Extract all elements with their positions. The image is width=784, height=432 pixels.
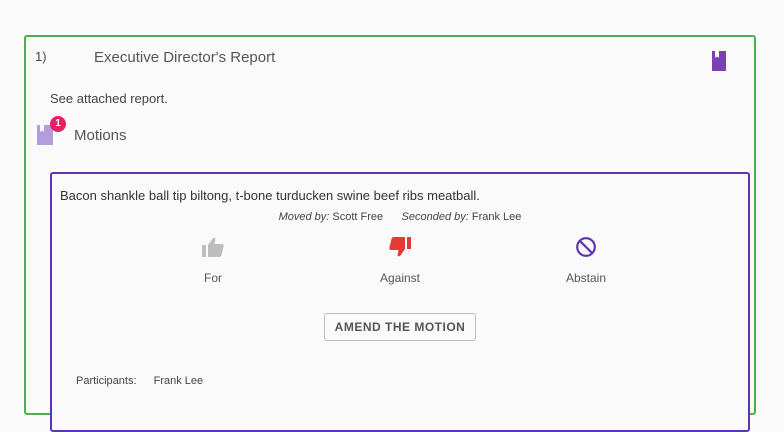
moved-by-label: Moved by: — [278, 211, 330, 223]
participants-names: Frank Lee — [153, 375, 204, 387]
amend-motion-button[interactable]: AMEND THE MOTION — [324, 313, 476, 341]
motions-bookmark-icon: 1 — [36, 116, 66, 146]
agenda-item-description: See attached report. — [50, 91, 168, 106]
motion-card: Bacon shankle ball tip biltong, t-bone t… — [50, 172, 750, 432]
motions-count-badge: 1 — [50, 116, 66, 132]
motion-meta: Moved by: Scott Free Seconded by: Frank … — [52, 211, 748, 223]
seconded-by-name: Frank Lee — [471, 211, 522, 223]
vote-against-label: Against — [379, 271, 421, 285]
motions-header: 1 Motions — [36, 116, 127, 147]
motion-text: Bacon shankle ball tip biltong, t-bone t… — [60, 188, 480, 203]
vote-against[interactable]: Against — [360, 236, 440, 285]
vote-for-label: For — [204, 271, 222, 285]
agenda-item-card: 1) Executive Director's Report See attac… — [24, 35, 756, 432]
participants: Participants: Frank Lee — [76, 375, 203, 387]
thumbs-down-icon[interactable] — [360, 236, 440, 258]
bookmark-icon[interactable] — [710, 50, 728, 72]
vote-abstain-label: Abstain — [565, 271, 607, 285]
vote-abstain[interactable]: Abstain — [546, 236, 626, 285]
agenda-item-title: Executive Director's Report — [94, 49, 276, 66]
block-icon[interactable] — [546, 236, 626, 258]
vote-for[interactable]: For — [173, 236, 253, 285]
agenda-item-number: 1) — [35, 49, 47, 64]
motions-label: Motions — [74, 126, 127, 144]
participants-label: Participants: — [76, 375, 137, 387]
moved-by-name: Scott Free — [332, 211, 384, 223]
seconded-by-label: Seconded by: — [401, 211, 469, 223]
thumbs-up-icon[interactable] — [173, 236, 253, 258]
